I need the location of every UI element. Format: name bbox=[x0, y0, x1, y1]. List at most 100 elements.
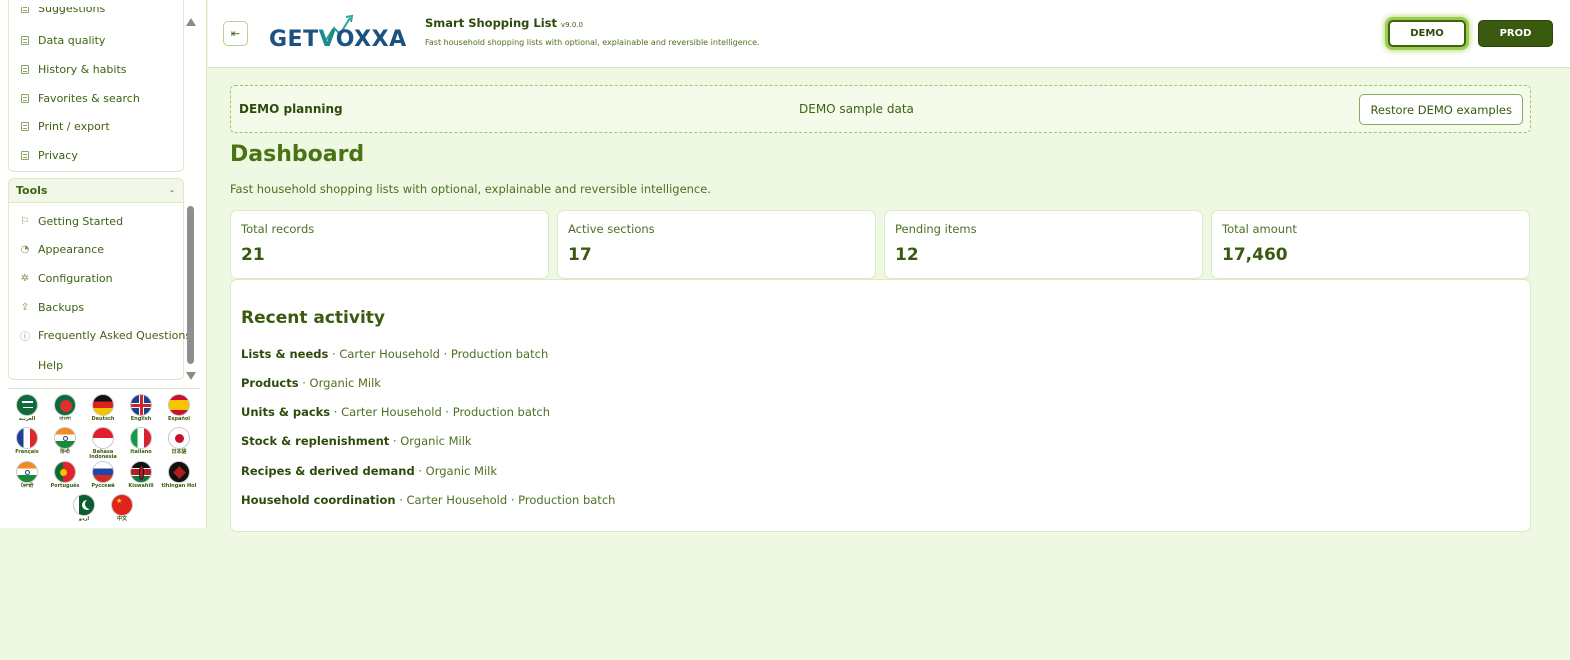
language-fr[interactable]: Français bbox=[8, 427, 46, 455]
sidebar-toggle-button[interactable]: ⇤ bbox=[223, 21, 248, 46]
sidebar-item-print-export[interactable]: Print / export bbox=[20, 116, 110, 136]
stat-value: 12 bbox=[895, 245, 919, 265]
logo-text-oxxa: OXXA bbox=[335, 27, 407, 52]
activity-detail: · Organic Milk bbox=[298, 376, 381, 390]
activity-section: Stock & replenishment bbox=[241, 434, 390, 448]
activity-section: Recipes & derived demand bbox=[241, 464, 415, 478]
portugal-flag-icon bbox=[54, 461, 76, 483]
language-zh[interactable]: ★ 中文 bbox=[103, 494, 141, 522]
app-version: v9.0.0 bbox=[561, 21, 583, 29]
pakistan-flag-icon bbox=[73, 494, 95, 516]
tools-section: Tools - ⚐ Getting Started ◔ Appearance ✲… bbox=[8, 178, 191, 380]
prod-mode-button[interactable]: PROD bbox=[1478, 20, 1553, 47]
stat-card-active-sections: Active sections 17 bbox=[557, 210, 876, 279]
sidebar-item-getting-started[interactable]: ⚐ Getting Started bbox=[20, 211, 124, 231]
activity-detail: · Organic Milk bbox=[414, 464, 498, 478]
uk-flag-icon bbox=[130, 394, 152, 416]
language-pa[interactable]: ਪੰਜਾਬੀ bbox=[8, 461, 46, 489]
demo-banner-title: DEMO planning bbox=[239, 102, 343, 116]
italy-flag-icon bbox=[130, 427, 152, 449]
sidebar-item-configuration[interactable]: ✲ Configuration bbox=[20, 268, 113, 288]
language-ar[interactable]: العربية bbox=[8, 394, 46, 422]
sidebar-sections-box: Suggestions Data quality History & habit… bbox=[8, 0, 184, 172]
stat-label: Total records bbox=[241, 222, 315, 236]
collapse-icon[interactable]: - bbox=[170, 184, 174, 197]
sidebar-item-favorites-search[interactable]: Favorites & search bbox=[20, 88, 140, 108]
app-title-text: Smart Shopping List bbox=[425, 16, 558, 30]
language-de[interactable]: Deutsch bbox=[84, 394, 122, 422]
activity-row[interactable]: Household coordination · Carter Househol… bbox=[241, 493, 615, 507]
language-it[interactable]: Italiano bbox=[122, 427, 160, 455]
japan-flag-icon bbox=[168, 427, 190, 449]
document-icon bbox=[20, 7, 30, 13]
sidebar-item-history-habits[interactable]: History & habits bbox=[20, 59, 127, 79]
klingon-flag-icon bbox=[168, 461, 190, 483]
app-title: Smart Shopping List v9.0.0 bbox=[425, 16, 583, 30]
sidebar-item-backups[interactable]: ⇪ Backups bbox=[20, 297, 84, 317]
activity-row[interactable]: Products · Organic Milk bbox=[241, 376, 381, 390]
stat-card-total-amount: Total amount 17,460 bbox=[1211, 210, 1530, 279]
germany-flag-icon bbox=[92, 394, 114, 416]
sidebar-scrollbar[interactable] bbox=[185, 14, 197, 380]
upload-icon: ⇪ bbox=[20, 301, 30, 313]
stat-label: Total amount bbox=[1222, 222, 1297, 236]
scrollbar-thumb[interactable] bbox=[187, 206, 194, 364]
activity-section: Lists & needs bbox=[241, 347, 329, 361]
activity-row[interactable]: Recipes & derived demand · Organic Milk bbox=[241, 464, 497, 478]
stat-value: 17,460 bbox=[1222, 245, 1288, 265]
scroll-down-arrow-icon[interactable] bbox=[186, 372, 196, 380]
activity-row[interactable]: Units & packs · Carter Household · Produ… bbox=[241, 405, 550, 419]
language-hi[interactable]: हिन्दी bbox=[46, 427, 84, 455]
language-es[interactable]: Español bbox=[160, 394, 198, 422]
language-ur[interactable]: اردو bbox=[65, 494, 103, 522]
language-bn[interactable]: বাংলা bbox=[46, 394, 84, 422]
language-tlh[interactable]: tlhIngan Hol bbox=[160, 461, 198, 489]
stat-label: Active sections bbox=[568, 222, 655, 236]
activity-section: Units & packs bbox=[241, 405, 331, 419]
activity-row[interactable]: Stock & replenishment · Organic Milk bbox=[241, 434, 472, 448]
russia-flag-icon bbox=[92, 461, 114, 483]
flag-icon: ⚐ bbox=[20, 215, 30, 227]
activity-section: Household coordination bbox=[241, 493, 396, 507]
app-subtitle: Fast household shopping lists with optio… bbox=[425, 38, 760, 47]
language-ja[interactable]: 日本語 bbox=[160, 427, 198, 455]
stat-card-pending-items: Pending items 12 bbox=[884, 210, 1203, 279]
sidebar-item-label: Getting Started bbox=[38, 214, 124, 228]
restore-demo-button[interactable]: Restore DEMO examples bbox=[1359, 94, 1523, 125]
sidebar-item-label: History & habits bbox=[38, 62, 127, 76]
activity-detail: · Carter Household · Production batch bbox=[328, 347, 549, 361]
activity-row[interactable]: Lists & needs · Carter Household · Produ… bbox=[241, 347, 548, 361]
sidebar-item-privacy[interactable]: Privacy bbox=[20, 145, 78, 165]
sidebar: Suggestions Data quality History & habit… bbox=[0, 0, 207, 528]
sidebar-item-suggestions[interactable]: Suggestions bbox=[20, 1, 106, 18]
document-icon bbox=[20, 150, 30, 160]
language-id[interactable]: Bahasa Indonesia bbox=[84, 427, 122, 460]
sidebar-item-faq[interactable]: ⓘ Frequently Asked Questions bbox=[20, 325, 191, 345]
sidebar-item-help[interactable]: Help bbox=[20, 355, 63, 375]
page-subtitle: Fast household shopping lists with optio… bbox=[230, 182, 711, 196]
language-pt[interactable]: Português bbox=[46, 461, 84, 489]
language-sw[interactable]: Kiswahili bbox=[122, 461, 160, 489]
app-header: ⇤ GETVOXXA Smart Shopping List v9.0.0 Fas… bbox=[208, 0, 1570, 68]
language-en[interactable]: English bbox=[122, 394, 160, 422]
scroll-up-arrow-icon[interactable] bbox=[186, 18, 196, 26]
india-flag-icon bbox=[16, 461, 38, 483]
language-ru[interactable]: Русский bbox=[84, 461, 122, 489]
sidebar-item-label: Favorites & search bbox=[38, 91, 140, 105]
sidebar-item-label: Print / export bbox=[38, 119, 110, 133]
tools-section-header[interactable]: Tools - bbox=[9, 179, 183, 203]
spain-flag-icon bbox=[168, 394, 190, 416]
sidebar-item-data-quality[interactable]: Data quality bbox=[20, 30, 105, 50]
stat-value: 17 bbox=[568, 245, 592, 265]
sidebar-item-label: Help bbox=[38, 358, 64, 372]
stat-label: Pending items bbox=[895, 222, 977, 236]
activity-detail: · Carter Household · Production batch bbox=[395, 493, 616, 507]
demo-mode-button[interactable]: DEMO bbox=[1388, 20, 1466, 47]
recent-activity-panel: Recent activity Lists & needs · Carter H… bbox=[230, 279, 1531, 532]
sidebar-item-appearance[interactable]: ◔ Appearance bbox=[20, 239, 104, 259]
page-title: Dashboard bbox=[230, 142, 365, 167]
sidebar-item-label: Backups bbox=[38, 300, 85, 314]
sidebar-item-label: Suggestions bbox=[38, 1, 106, 15]
bangladesh-flag-icon bbox=[54, 394, 76, 416]
china-flag-icon: ★ bbox=[111, 494, 133, 516]
